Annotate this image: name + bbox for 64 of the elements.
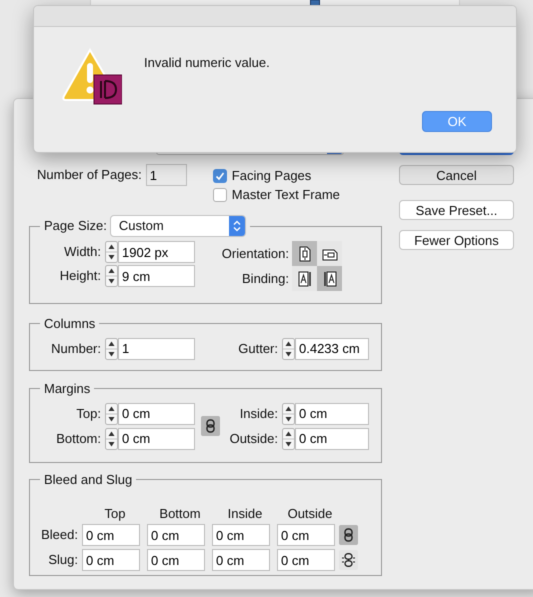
stepper-icon[interactable] xyxy=(282,428,295,450)
input-field[interactable]: 0 cm xyxy=(212,549,270,571)
chain-link-icon[interactable] xyxy=(339,525,358,545)
left-page-icon[interactable] xyxy=(292,266,317,291)
input-field[interactable]: 0 cm xyxy=(295,428,369,450)
input-field[interactable]: 9 cm xyxy=(118,265,195,287)
stepper-icon[interactable] xyxy=(105,241,118,263)
field-label: Number: xyxy=(50,340,102,358)
section-title: Bleed and Slug xyxy=(44,472,132,487)
checkbox-label: Facing Pages xyxy=(232,166,312,185)
section-title: Margins xyxy=(44,381,90,396)
input-field[interactable]: 0 cm xyxy=(147,549,205,571)
landscape-page-icon[interactable] xyxy=(317,241,342,266)
field-label: Number of Pages: xyxy=(37,166,143,184)
checkbox-label: Master Text Frame xyxy=(232,186,340,204)
field-label: Outside: xyxy=(228,430,279,448)
input-field[interactable]: 1902 px xyxy=(118,241,195,263)
section-title: Page Size: xyxy=(44,217,107,236)
right-page-icon[interactable] xyxy=(317,266,342,291)
warning-app-icon xyxy=(60,48,122,106)
save-preset-button[interactable]: Save Preset... xyxy=(399,200,514,220)
field-label: Gutter: xyxy=(237,340,279,358)
row-label: Bleed: xyxy=(40,526,79,544)
stepper-icon[interactable] xyxy=(282,402,295,424)
portrait-page-icon[interactable] xyxy=(292,241,317,266)
input-field[interactable]: 0 cm xyxy=(295,402,369,424)
field-label: Top: xyxy=(75,404,102,423)
alert-message: Invalid numeric value. xyxy=(144,54,271,72)
stepper-icon[interactable] xyxy=(105,402,118,424)
cancel-button[interactable]: Cancel xyxy=(399,165,514,185)
stepper-icon[interactable] xyxy=(105,428,118,450)
input-field[interactable]: 0 cm xyxy=(118,402,195,424)
column-heading: Inside xyxy=(228,504,262,522)
input-field[interactable]: 0.4233 cm xyxy=(295,338,369,360)
row-label: Slug: xyxy=(47,551,79,570)
field-label: Bottom: xyxy=(55,430,102,448)
field-label: Orientation: xyxy=(220,244,290,263)
input-field[interactable]: 0 cm xyxy=(82,524,140,546)
input-field[interactable]: 0 cm xyxy=(277,549,335,571)
input-field[interactable]: 1 xyxy=(118,338,195,360)
column-heading: Outside xyxy=(288,504,332,522)
stepper-icon[interactable] xyxy=(105,265,118,287)
column-heading: Top xyxy=(104,504,126,523)
fewer-options-button[interactable]: Fewer Options xyxy=(399,230,514,250)
input-field[interactable]: 0 cm xyxy=(147,524,205,546)
checkbox[interactable] xyxy=(212,168,227,182)
broken-chain-icon[interactable] xyxy=(339,550,358,570)
field-label: Height: xyxy=(58,267,102,286)
field-label: Width: xyxy=(63,243,102,262)
stepper-icon[interactable] xyxy=(105,338,118,360)
input-field[interactable]: 0 cm xyxy=(277,524,335,546)
section-title: Columns xyxy=(44,316,96,331)
checkbox[interactable] xyxy=(212,188,227,202)
chain-link-icon[interactable] xyxy=(201,416,220,436)
input-field[interactable]: 0 cm xyxy=(82,549,140,571)
column-heading: Bottom xyxy=(159,504,201,522)
page-size-select[interactable]: Custom xyxy=(110,215,246,237)
stepper-icon[interactable] xyxy=(282,338,295,360)
field-label: Binding: xyxy=(241,270,290,288)
input-field[interactable]: 0 cm xyxy=(212,524,270,546)
input-field[interactable]: 0 cm xyxy=(118,428,195,450)
field-label: Inside: xyxy=(238,404,279,423)
chevrons-icon xyxy=(232,220,241,232)
input-field[interactable]: 1 xyxy=(146,164,187,186)
